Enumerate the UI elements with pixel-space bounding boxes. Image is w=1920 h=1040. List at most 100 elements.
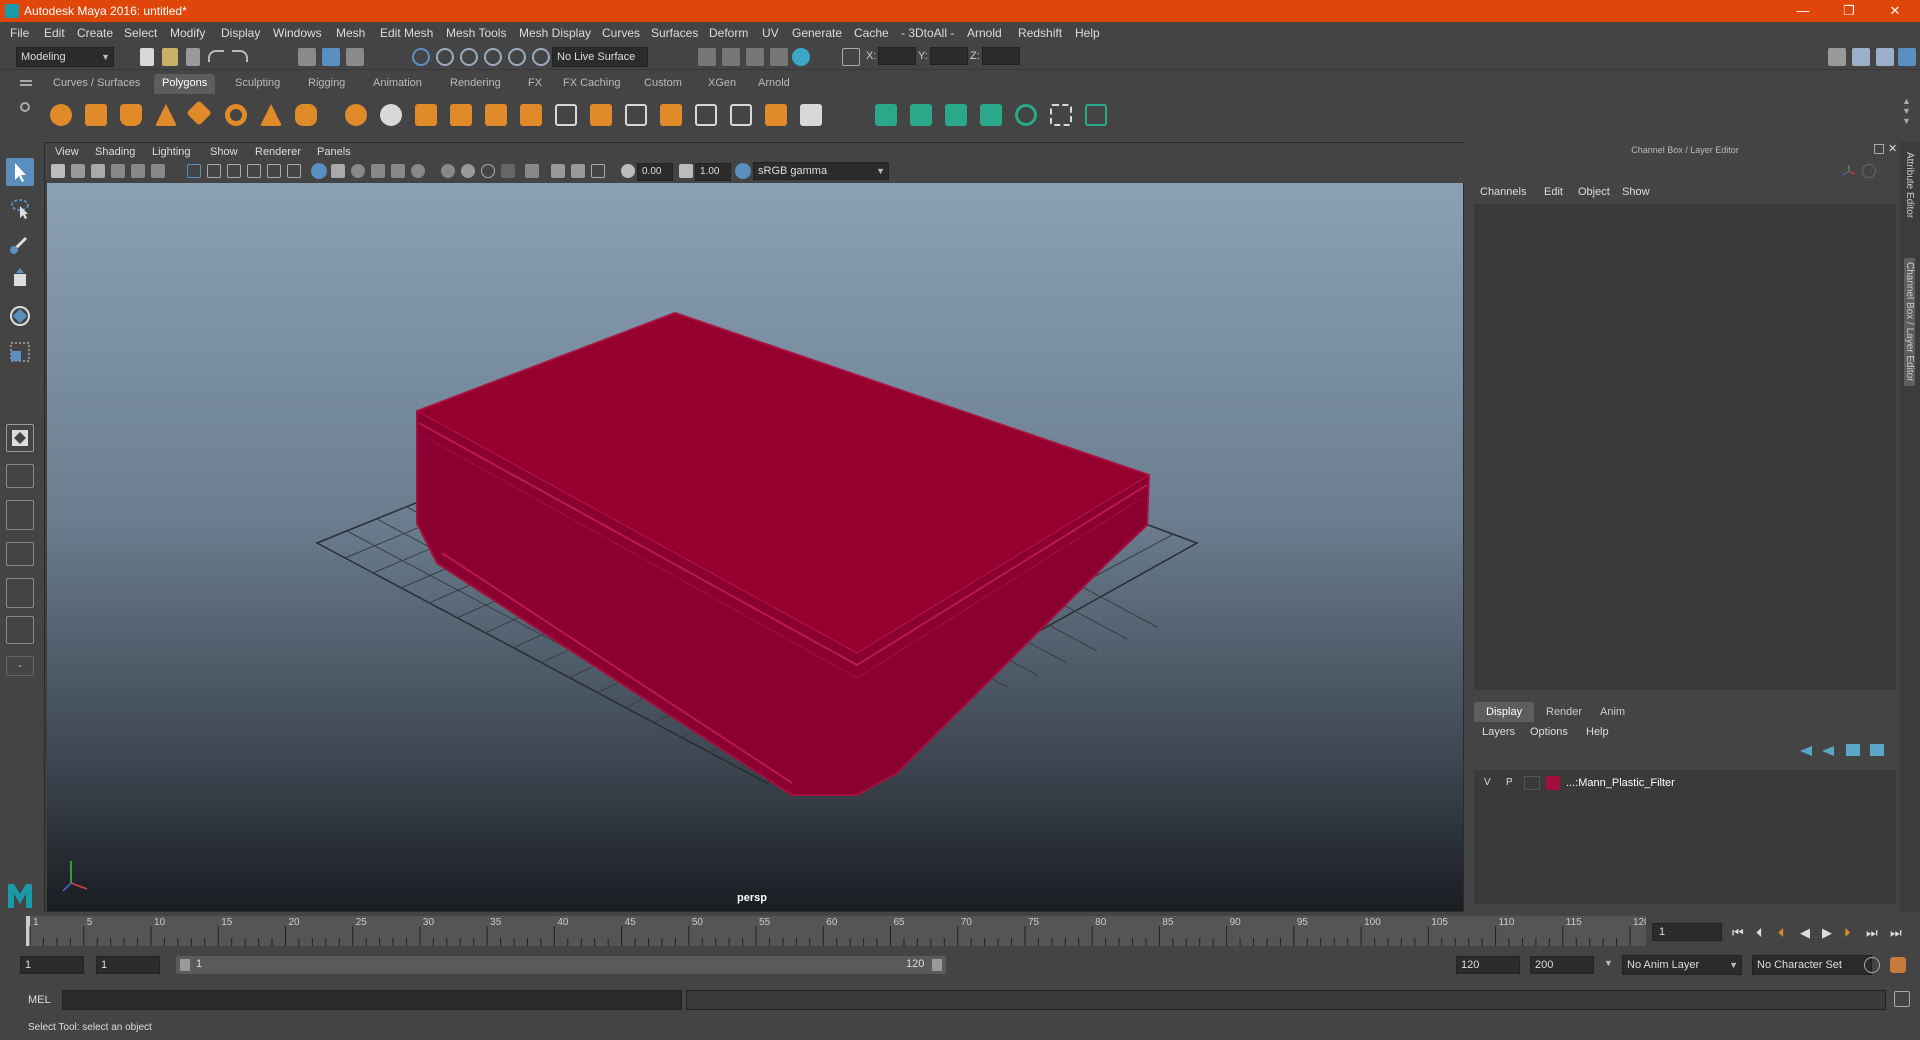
close-panel-icon[interactable]: ✕	[1888, 142, 1897, 155]
extrude-icon[interactable]	[590, 104, 612, 126]
move-tool-icon[interactable]	[6, 266, 34, 294]
append-icon[interactable]	[695, 104, 717, 126]
layer-color-swatch[interactable]	[1546, 776, 1560, 790]
menu-edit[interactable]: Edit	[44, 26, 65, 40]
snap-grid-icon[interactable]	[412, 48, 430, 66]
menu-uv[interactable]: UV	[762, 26, 779, 40]
persp-graph-layout-icon[interactable]	[6, 542, 34, 566]
textured-icon[interactable]	[391, 164, 405, 178]
menu-mesh-tools[interactable]: Mesh Tools	[446, 26, 506, 40]
cb-menu-show[interactable]: Show	[1622, 186, 1650, 198]
layer-row[interactable]: V P ...:Mann_Plastic_Filter	[1474, 774, 1896, 792]
poly-pipe-icon[interactable]	[295, 104, 317, 126]
menu-select[interactable]: Select	[124, 26, 157, 40]
step-forward-key-icon[interactable]: ⏵	[1844, 925, 1851, 941]
modeling-toolkit-icon[interactable]	[1828, 48, 1846, 66]
separate-icon[interactable]	[380, 104, 402, 126]
outliner-layout-icon[interactable]	[6, 578, 34, 608]
uv-unfold-icon[interactable]	[1015, 104, 1037, 126]
shadows-icon[interactable]	[441, 164, 455, 178]
combine-icon[interactable]	[345, 104, 367, 126]
wireframe-toggle-icon[interactable]	[311, 163, 327, 179]
grease-pencil-icon[interactable]	[151, 164, 165, 178]
channel-box-toggle-icon[interactable]	[1898, 48, 1916, 66]
menu-mesh[interactable]: Mesh	[336, 26, 365, 40]
poly-sphere-icon[interactable]	[50, 104, 72, 126]
script-editor-icon[interactable]	[1894, 991, 1910, 1007]
vp-menu-show[interactable]: Show	[210, 146, 238, 158]
command-language-label[interactable]: MEL	[28, 994, 51, 1006]
tab-display[interactable]: Display	[1474, 702, 1535, 722]
shelf-menu-icon[interactable]	[20, 80, 32, 82]
open-scene-icon[interactable]	[162, 48, 178, 66]
uv-automatic-icon[interactable]	[980, 104, 1002, 126]
range-end-handle[interactable]	[932, 959, 942, 971]
new-layer-from-selection-icon[interactable]	[1870, 744, 1884, 756]
cb-menu-channels[interactable]: Channels	[1480, 186, 1526, 198]
camera-select-icon[interactable]	[51, 164, 65, 178]
float-panel-icon[interactable]	[1874, 144, 1884, 154]
color-space-dropdown[interactable]: sRGB gamma ▼	[753, 162, 889, 180]
multi-cut-icon[interactable]	[555, 104, 577, 126]
tab-animation[interactable]: Animation	[365, 74, 430, 94]
close-button[interactable]: ✕	[1872, 0, 1918, 22]
menu-arnold[interactable]: Arnold	[967, 26, 1002, 40]
vp-menu-shading[interactable]: Shading	[95, 146, 135, 158]
le-menu-help[interactable]: Help	[1586, 726, 1609, 738]
bevel-icon[interactable]	[660, 104, 682, 126]
smooth-icon[interactable]	[450, 104, 472, 126]
display-mode-icon[interactable]	[1862, 164, 1876, 178]
poly-cone-icon[interactable]	[155, 104, 177, 126]
tab-anim[interactable]: Anim	[1588, 702, 1637, 722]
tab-rigging[interactable]: Rigging	[300, 74, 353, 94]
poly-plane-icon[interactable]	[186, 100, 212, 126]
viewport-canvas[interactable]: persp	[47, 183, 1463, 911]
auto-key-icon[interactable]	[1864, 957, 1880, 973]
tab-render[interactable]: Render	[1534, 702, 1594, 722]
make-live-icon[interactable]	[532, 48, 550, 66]
minimize-button[interactable]: —	[1780, 0, 1826, 22]
menu-file[interactable]: File	[10, 26, 29, 40]
snap-surface-icon[interactable]	[508, 48, 526, 66]
tab-arnold[interactable]: Arnold	[750, 74, 798, 94]
cb-menu-edit[interactable]: Edit	[1544, 186, 1563, 198]
step-forward-icon[interactable]: ⏭	[1866, 925, 1878, 941]
tab-polygons[interactable]: Polygons	[154, 74, 216, 94]
merge-icon[interactable]	[765, 104, 787, 126]
time-ruler[interactable]: 1 5 10 15 20 25 30 35 40 45 50 55 60 65 70 75 80 85 90 95 10…	[26, 916, 1646, 946]
color-management-icon[interactable]	[735, 163, 751, 179]
ambient-occlusion-icon[interactable]	[461, 164, 475, 178]
character-set-dropdown[interactable]: No Character Set	[1752, 955, 1872, 975]
tab-curves-surfaces[interactable]: Curves / Surfaces	[45, 74, 148, 94]
menu-surfaces[interactable]: Surfaces	[651, 26, 698, 40]
menu-modify[interactable]: Modify	[170, 26, 205, 40]
field-chart-icon[interactable]	[267, 164, 281, 178]
tab-xgen[interactable]: XGen	[700, 74, 744, 94]
poly-cylinder-icon[interactable]	[120, 104, 142, 126]
menu-redshift[interactable]: Redshift	[1018, 26, 1062, 40]
attribute-editor-toggle-icon[interactable]	[1852, 48, 1870, 66]
start-time-field[interactable]: 1	[20, 956, 84, 974]
gamma-field[interactable]: 1.00	[695, 163, 731, 181]
vp-menu-lighting[interactable]: Lighting	[152, 146, 191, 158]
undo-icon[interactable]	[208, 50, 224, 62]
layer-playback-toggle[interactable]: P	[1506, 777, 1513, 788]
restore-button[interactable]: ❐	[1826, 0, 1872, 22]
layer-visibility-toggle[interactable]: V	[1484, 777, 1491, 788]
move-layer-down-icon[interactable]	[1822, 746, 1834, 756]
ipr-render-icon[interactable]	[746, 48, 764, 66]
command-input[interactable]	[62, 990, 682, 1010]
lighting-icon[interactable]	[411, 164, 425, 178]
anti-aliasing-icon[interactable]	[501, 164, 515, 178]
camera-attributes-icon[interactable]	[71, 164, 85, 178]
step-back-icon[interactable]: ⏴	[1756, 925, 1763, 941]
snap-point-icon[interactable]	[460, 48, 478, 66]
y-field[interactable]	[930, 47, 968, 65]
menu-curves[interactable]: Curves	[602, 26, 640, 40]
resolution-gate-icon[interactable]	[227, 164, 241, 178]
vp-menu-panels[interactable]: Panels	[317, 146, 351, 158]
menu-3dtoall[interactable]: - 3DtoAll -	[901, 26, 954, 40]
transform-constraint-icon[interactable]	[842, 48, 860, 66]
poly-torus-icon[interactable]	[225, 104, 247, 126]
film-gate-icon[interactable]	[207, 164, 221, 178]
